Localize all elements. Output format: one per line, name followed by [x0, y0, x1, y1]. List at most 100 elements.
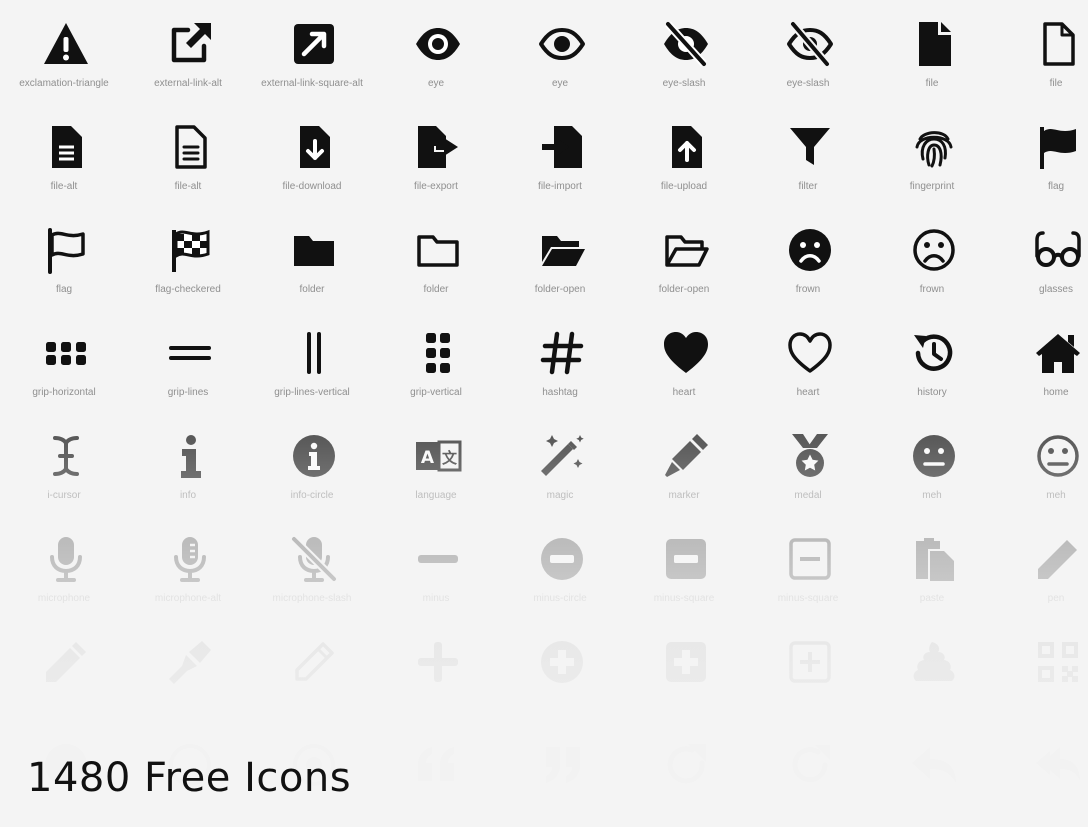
icon-tile[interactable]: file-alt [126, 109, 250, 209]
icon-tile[interactable]: minus-square [622, 521, 746, 621]
icon-tile[interactable] [2, 624, 126, 724]
icon-label: grip-lines-vertical [274, 387, 350, 398]
icon-tile[interactable] [870, 727, 994, 827]
redo-alt-icon [792, 745, 830, 783]
icon-tile[interactable]: microphone [2, 521, 126, 621]
folder-open-icon [542, 236, 585, 266]
icon-tile[interactable]: eye-slash [622, 6, 746, 106]
icon-label: pen [1047, 593, 1065, 604]
icon-tile[interactable]: file-upload [622, 109, 746, 209]
icon-tile[interactable]: heart [746, 315, 870, 415]
heart-outline-icon [788, 332, 832, 373]
file-alt-outline-icon [175, 125, 207, 169]
icon-tile[interactable] [498, 727, 622, 827]
icon-tile[interactable]: heart [622, 315, 746, 415]
fingerprint-icon [915, 131, 953, 168]
icon-tile[interactable]: grip-lines [126, 315, 250, 415]
icon-tile[interactable]: fingerprint [870, 109, 994, 209]
icon-tile[interactable] [126, 624, 250, 724]
info-icon [181, 435, 201, 478]
icon-tile[interactable]: i-cursor [2, 418, 126, 518]
icon-tile[interactable]: external-link-square-alt [250, 6, 374, 106]
icon-label: file-alt [174, 181, 202, 192]
icon-tile[interactable] [994, 727, 1088, 827]
icon-tile[interactable] [994, 624, 1088, 724]
flag-icon [1040, 127, 1076, 169]
meh-icon [913, 435, 955, 477]
icon-tile[interactable]: flag [2, 212, 126, 312]
icon-tile[interactable]: microphone-alt [126, 521, 250, 621]
icon-tile[interactable]: meh [994, 418, 1088, 518]
icon-tile[interactable]: A 文 language [374, 418, 498, 518]
icon-tile[interactable] [374, 624, 498, 724]
icon-tile[interactable]: grip-horizontal [2, 315, 126, 415]
icon-label: info [179, 490, 197, 501]
icon-tile[interactable]: meh [870, 418, 994, 518]
icon-tile[interactable]: filter [746, 109, 870, 209]
icon-tile[interactable] [498, 624, 622, 724]
icon-tile[interactable]: medal [746, 418, 870, 518]
icon-tile[interactable]: folder-open [622, 212, 746, 312]
icon-tile[interactable]: file [870, 6, 994, 106]
icon-tile[interactable]: info-circle [250, 418, 374, 518]
icon-tile[interactable]: folder [374, 212, 498, 312]
icon-tile[interactable]: pen [994, 521, 1088, 621]
icon-tile[interactable] [622, 727, 746, 827]
icon-tile[interactable] [746, 727, 870, 827]
icon-tile[interactable] [622, 624, 746, 724]
icon-label: eye-slash [662, 78, 706, 89]
history-icon [914, 334, 953, 371]
eye-icon [416, 28, 460, 60]
icon-tile[interactable] [746, 624, 870, 724]
icon-tile[interactable]: home [994, 315, 1088, 415]
icon-tile[interactable]: magic [498, 418, 622, 518]
icon-tile[interactable]: eye [498, 6, 622, 106]
icon-label: fingerprint [909, 181, 955, 192]
icon-tile[interactable]: grip-vertical [374, 315, 498, 415]
icon-tile[interactable]: glasses [994, 212, 1088, 312]
icon-tile[interactable]: frown [870, 212, 994, 312]
icon-tile[interactable]: eye [374, 6, 498, 106]
filter-icon [790, 128, 830, 165]
file-icon [919, 22, 951, 66]
icon-tile[interactable]: eye-slash [746, 6, 870, 106]
icon-tile[interactable]: file-export [374, 109, 498, 209]
icon-tile[interactable]: marker [622, 418, 746, 518]
icon-tile[interactable]: exclamation-triangle [2, 6, 126, 106]
icon-tile[interactable]: external-link-alt [126, 6, 250, 106]
icon-label: i-cursor [47, 490, 81, 501]
quote-right-icon [546, 747, 580, 783]
icon-label: flag [55, 284, 73, 295]
icon-tile[interactable]: flag-checkered [126, 212, 250, 312]
qrcode-icon [1038, 642, 1078, 682]
icon-tile[interactable]: microphone-slash [250, 521, 374, 621]
icon-tile[interactable]: minus-circle [498, 521, 622, 621]
icon-label: grip-vertical [410, 387, 462, 398]
svg-text:A: A [421, 448, 435, 468]
icon-tile[interactable]: file-download [250, 109, 374, 209]
icon-label: meh [1046, 490, 1066, 501]
icon-tile[interactable]: history [870, 315, 994, 415]
icon-label: medal [794, 490, 822, 501]
icon-tile[interactable]: folder-open [498, 212, 622, 312]
icon-tile[interactable]: file-alt [2, 109, 126, 209]
icon-label: folder [423, 284, 449, 295]
icon-tile[interactable] [870, 624, 994, 724]
icon-tile[interactable]: hashtag [498, 315, 622, 415]
icon-tile[interactable]: grip-lines-vertical [250, 315, 374, 415]
icon-tile[interactable]: file-import [498, 109, 622, 209]
icon-tile[interactable]: minus [374, 521, 498, 621]
icon-tile[interactable] [250, 624, 374, 724]
icon-tile[interactable]: info [126, 418, 250, 518]
eye-outline-icon [539, 28, 585, 60]
icon-label: file-download [282, 181, 342, 192]
icon-tile[interactable]: folder [250, 212, 374, 312]
icon-tile[interactable]: minus-square [746, 521, 870, 621]
home-icon [1036, 334, 1080, 373]
icon-label: minus [422, 593, 450, 604]
icon-tile[interactable] [374, 727, 498, 827]
icon-tile[interactable]: file [994, 6, 1088, 106]
icon-tile[interactable]: paste [870, 521, 994, 621]
icon-tile[interactable]: frown [746, 212, 870, 312]
icon-tile[interactable]: flag [994, 109, 1088, 209]
